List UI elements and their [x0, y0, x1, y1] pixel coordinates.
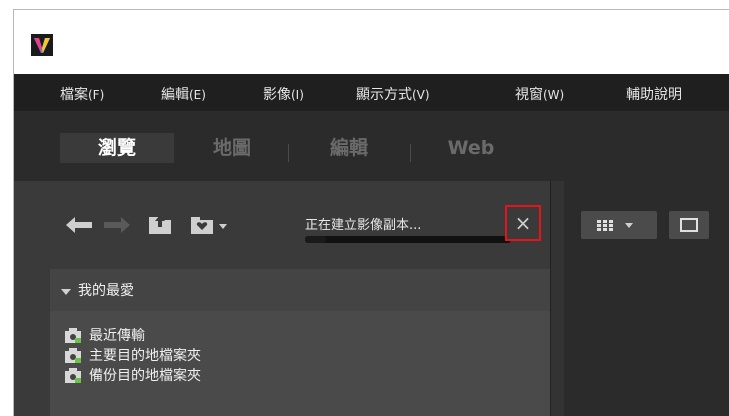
- grid-view-icon: [597, 220, 633, 231]
- menu-file-accel: (F): [88, 88, 105, 102]
- upload-folder-icon: [149, 215, 171, 234]
- favorite-item-label: 備份目的地檔案夾: [89, 368, 201, 384]
- favorite-item-label: 主要目的地檔案夾: [89, 348, 201, 364]
- menu-help[interactable]: 輔助說明: [626, 85, 682, 105]
- chevron-down-icon: [61, 289, 71, 295]
- menu-help-label: 輔助說明: [626, 87, 682, 103]
- menu-edit-accel: (E): [189, 88, 206, 102]
- back-arrow-icon: [66, 217, 92, 233]
- upload-folder-button[interactable]: [148, 213, 172, 239]
- favorite-folder-button[interactable]: [190, 213, 230, 239]
- forward-arrow-icon: [104, 217, 130, 233]
- camera-folder-icon: [65, 368, 81, 383]
- close-icon: ×: [514, 211, 532, 235]
- tab-separator: [288, 144, 289, 162]
- thumbnail-view-button[interactable]: [581, 211, 657, 239]
- favorites-header-label: 我的最愛: [78, 283, 134, 299]
- menu-image-label: 影像: [263, 87, 291, 103]
- tab-browse[interactable]: 瀏覽: [60, 133, 174, 163]
- cancel-copy-button[interactable]: ×: [505, 205, 541, 241]
- camera-folder-icon: [65, 348, 81, 363]
- panel-splitter[interactable]: [550, 181, 565, 416]
- progress-fill: [305, 236, 326, 243]
- forward-button[interactable]: [104, 217, 130, 237]
- app-window: 檔案(F) 編輯(E) 影像(I) 顯示方式(V) 視窗(W) 輔助說明 瀏覽 …: [13, 9, 729, 416]
- tab-separator: [410, 144, 411, 162]
- tab-map[interactable]: 地圖: [176, 133, 288, 163]
- title-bar: [14, 10, 729, 74]
- tab-web[interactable]: Web: [412, 133, 530, 163]
- menu-file[interactable]: 檔案(F): [60, 85, 104, 105]
- menu-view[interactable]: 顯示方式(V): [356, 85, 430, 105]
- camera-folder-icon: [65, 328, 81, 343]
- menu-window[interactable]: 視窗(W): [515, 85, 564, 105]
- menu-edit-label: 編輯: [161, 87, 189, 103]
- menu-image-accel: (I): [291, 88, 304, 102]
- fullscreen-view-button[interactable]: [669, 211, 709, 239]
- favorites-header[interactable]: 我的最愛: [50, 269, 550, 311]
- favorite-item-label: 最近傳輸: [89, 328, 145, 344]
- menu-edit[interactable]: 編輯(E): [161, 85, 206, 105]
- menu-image[interactable]: 影像(I): [263, 85, 304, 105]
- menu-view-accel: (V): [412, 88, 430, 102]
- menu-file-label: 檔案: [60, 87, 88, 103]
- progress-status-text: 正在建立影像副本...: [305, 218, 422, 233]
- favorite-folder-icon: [191, 217, 227, 234]
- back-button[interactable]: [66, 217, 92, 237]
- menu-window-label: 視窗: [515, 87, 543, 103]
- fullscreen-icon: [680, 218, 698, 232]
- tab-edit[interactable]: 編輯: [290, 133, 408, 163]
- app-logo-icon: [31, 34, 53, 56]
- copy-progress-bar: [305, 236, 511, 243]
- menu-view-label: 顯示方式: [356, 87, 412, 103]
- menu-window-accel: (W): [543, 88, 565, 102]
